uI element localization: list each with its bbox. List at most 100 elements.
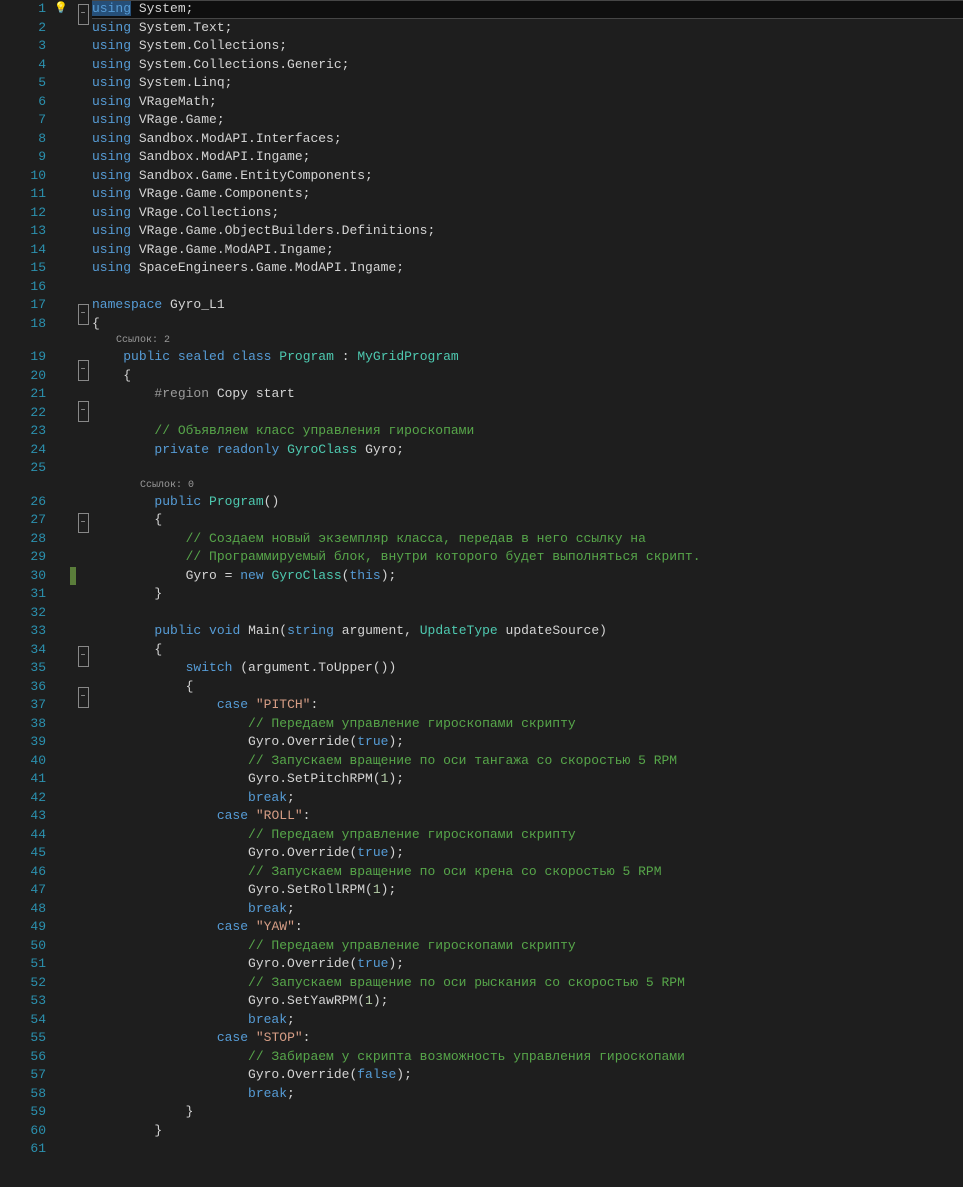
- line-number[interactable]: 36: [10, 678, 46, 697]
- line-number[interactable]: 7: [10, 111, 46, 130]
- code-line[interactable]: [92, 1140, 963, 1159]
- fold-toggle[interactable]: −: [78, 4, 89, 25]
- line-number[interactable]: 25: [10, 459, 46, 478]
- code-line[interactable]: using VRage.Game;: [92, 111, 963, 130]
- line-number[interactable]: 45: [10, 844, 46, 863]
- code-line[interactable]: using VRage.Game.Components;: [92, 185, 963, 204]
- line-number[interactable]: 42: [10, 789, 46, 808]
- line-number[interactable]: 10: [10, 167, 46, 186]
- line-number[interactable]: 28: [10, 530, 46, 549]
- code-line[interactable]: case "STOP":: [92, 1029, 963, 1048]
- line-number[interactable]: 2: [10, 19, 46, 38]
- line-number[interactable]: [10, 333, 46, 348]
- code-line[interactable]: #region Copy start: [92, 385, 963, 404]
- line-number[interactable]: 15: [10, 259, 46, 278]
- line-number[interactable]: 43: [10, 807, 46, 826]
- code-line[interactable]: [92, 459, 963, 478]
- line-number[interactable]: 1: [10, 0, 46, 19]
- line-number[interactable]: 24: [10, 441, 46, 460]
- code-line[interactable]: // Передаем управление гироскопами скрип…: [92, 937, 963, 956]
- code-line[interactable]: // Забираем у скрипта возможность управл…: [92, 1048, 963, 1067]
- code-line[interactable]: // Запускаем вращение по оси рыскания со…: [92, 974, 963, 993]
- line-number[interactable]: [10, 478, 46, 493]
- line-number[interactable]: 6: [10, 93, 46, 112]
- code-line[interactable]: Gyro.Override(true);: [92, 733, 963, 752]
- code-line[interactable]: [92, 604, 963, 623]
- fold-toggle[interactable]: −: [78, 513, 89, 534]
- codelens-refs[interactable]: Ссылок: 0: [92, 478, 963, 493]
- code-line[interactable]: // Программируемый блок, внутри которого…: [92, 548, 963, 567]
- code-line[interactable]: break;: [92, 1011, 963, 1030]
- line-number[interactable]: 26: [10, 493, 46, 512]
- code-line[interactable]: {: [92, 315, 963, 334]
- line-number[interactable]: 3: [10, 37, 46, 56]
- code-line[interactable]: break;: [92, 789, 963, 808]
- line-number[interactable]: 52: [10, 974, 46, 993]
- line-number[interactable]: 41: [10, 770, 46, 789]
- fold-toggle[interactable]: −: [78, 687, 89, 708]
- line-number[interactable]: 18: [10, 315, 46, 334]
- code-line[interactable]: Gyro = new GyroClass(this);: [92, 567, 963, 586]
- code-line[interactable]: Gyro.SetRollRPM(1);: [92, 881, 963, 900]
- code-line[interactable]: case "PITCH":: [92, 696, 963, 715]
- line-number[interactable]: 46: [10, 863, 46, 882]
- code-line[interactable]: // Передаем управление гироскопами скрип…: [92, 826, 963, 845]
- line-number[interactable]: 53: [10, 992, 46, 1011]
- line-number[interactable]: 51: [10, 955, 46, 974]
- code-line[interactable]: using System.Collections;: [92, 37, 963, 56]
- line-number[interactable]: 55: [10, 1029, 46, 1048]
- code-line[interactable]: break;: [92, 1085, 963, 1104]
- line-number[interactable]: 54: [10, 1011, 46, 1030]
- line-number[interactable]: 30: [10, 567, 46, 586]
- code-line[interactable]: public Program(): [92, 493, 963, 512]
- code-line[interactable]: break;: [92, 900, 963, 919]
- line-number[interactable]: 58: [10, 1085, 46, 1104]
- line-number[interactable]: 21: [10, 385, 46, 404]
- code-line[interactable]: using Sandbox.ModAPI.Ingame;: [92, 148, 963, 167]
- line-number[interactable]: 35: [10, 659, 46, 678]
- line-number[interactable]: 19: [10, 348, 46, 367]
- line-number[interactable]: 34: [10, 641, 46, 660]
- line-number[interactable]: 17: [10, 296, 46, 315]
- code-line[interactable]: [92, 278, 963, 297]
- lightbulb-icon[interactable]: 💡: [52, 0, 70, 19]
- line-number[interactable]: 27: [10, 511, 46, 530]
- line-number-gutter[interactable]: 1234567891011121314151617181920212223242…: [10, 0, 52, 1187]
- fold-toggle[interactable]: −: [78, 646, 89, 667]
- line-number[interactable]: 44: [10, 826, 46, 845]
- line-number[interactable]: 38: [10, 715, 46, 734]
- code-line[interactable]: // Запускаем вращение по оси тангажа со …: [92, 752, 963, 771]
- code-line[interactable]: public sealed class Program : MyGridProg…: [92, 348, 963, 367]
- line-number[interactable]: 56: [10, 1048, 46, 1067]
- code-line[interactable]: }: [92, 1103, 963, 1122]
- code-area[interactable]: using System;using System.Text;using Sys…: [90, 0, 963, 1187]
- line-number[interactable]: 4: [10, 56, 46, 75]
- line-number[interactable]: 5: [10, 74, 46, 93]
- line-number[interactable]: 49: [10, 918, 46, 937]
- line-number[interactable]: 8: [10, 130, 46, 149]
- code-line[interactable]: namespace Gyro_L1: [92, 296, 963, 315]
- code-editor[interactable]: 1234567891011121314151617181920212223242…: [0, 0, 963, 1187]
- code-line[interactable]: using VRageMath;: [92, 93, 963, 112]
- line-number[interactable]: 13: [10, 222, 46, 241]
- line-number[interactable]: 23: [10, 422, 46, 441]
- code-line[interactable]: case "YAW":: [92, 918, 963, 937]
- code-line[interactable]: using SpaceEngineers.Game.ModAPI.Ingame;: [92, 259, 963, 278]
- line-number[interactable]: 11: [10, 185, 46, 204]
- line-number[interactable]: 22: [10, 404, 46, 423]
- code-line[interactable]: Gyro.SetPitchRPM(1);: [92, 770, 963, 789]
- code-line[interactable]: // Объявляем класс управления гироскопам…: [92, 422, 963, 441]
- line-number[interactable]: 60: [10, 1122, 46, 1141]
- line-number[interactable]: 33: [10, 622, 46, 641]
- line-number[interactable]: 20: [10, 367, 46, 386]
- fold-toggle[interactable]: −: [78, 360, 89, 381]
- fold-toggle[interactable]: −: [78, 304, 89, 325]
- line-number[interactable]: 9: [10, 148, 46, 167]
- line-number[interactable]: 32: [10, 604, 46, 623]
- fold-toggle[interactable]: −: [78, 401, 89, 422]
- code-line[interactable]: }: [92, 585, 963, 604]
- code-line[interactable]: {: [92, 641, 963, 660]
- line-number[interactable]: 48: [10, 900, 46, 919]
- line-number[interactable]: 16: [10, 278, 46, 297]
- line-number[interactable]: 57: [10, 1066, 46, 1085]
